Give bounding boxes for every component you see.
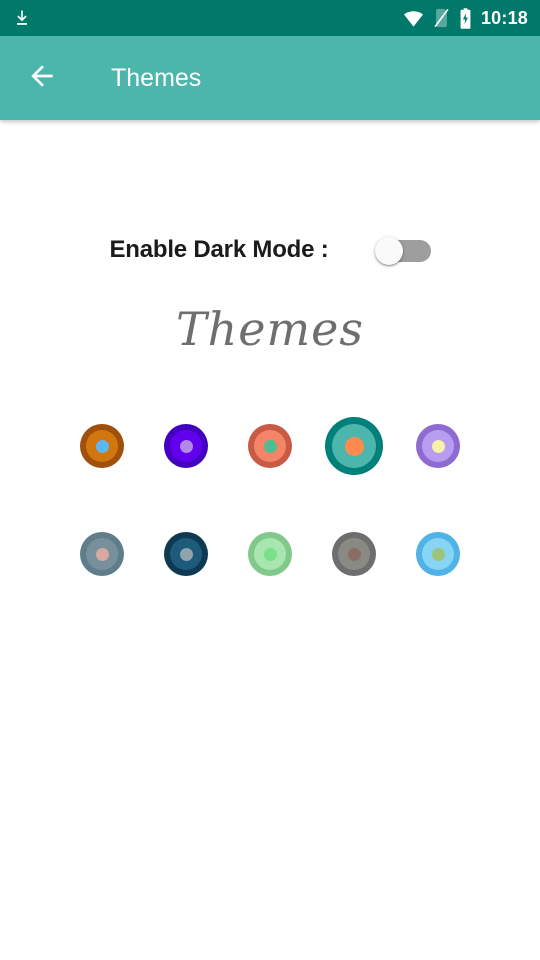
theme-grid: [0, 392, 540, 608]
swatch-dot: [431, 547, 445, 561]
theme-swatch-blue-grey-ring[interactable]: [80, 532, 124, 576]
battery-charging-icon: [459, 7, 472, 29]
theme-swatch-blue-grey[interactable]: [60, 500, 144, 608]
themes-heading: Themes: [176, 302, 364, 356]
swatch-dot: [95, 439, 109, 453]
swatch-dot: [344, 436, 364, 456]
theme-swatch-violet[interactable]: [144, 392, 228, 500]
back-button[interactable]: [14, 50, 70, 106]
swatch-dot: [179, 439, 193, 453]
theme-swatch-grey[interactable]: [312, 500, 396, 608]
theme-swatch-violet-ring[interactable]: [164, 424, 208, 468]
theme-swatch-light-green-ring[interactable]: [248, 532, 292, 576]
status-bar-clock: 10:18: [480, 7, 528, 28]
theme-swatch-sky-blue-ring[interactable]: [416, 532, 460, 576]
swatch-dot: [179, 547, 193, 561]
swatch-dot: [347, 547, 361, 561]
arrow-back-icon: [26, 60, 58, 97]
theme-swatch-sky-blue[interactable]: [396, 500, 480, 608]
switch-thumb: [374, 237, 403, 265]
theme-swatch-orange-brown[interactable]: [60, 392, 144, 500]
theme-row-1: [0, 392, 540, 500]
swatch-dot: [95, 547, 109, 561]
wifi-icon: [403, 10, 424, 27]
dark-mode-label: Enable Dark Mode :: [109, 236, 329, 263]
theme-row-2: [0, 500, 540, 608]
settings-content: Enable Dark Mode : Themes: [0, 120, 540, 960]
theme-swatch-dark-navy-ring[interactable]: [164, 532, 208, 576]
swatch-dot: [263, 547, 277, 561]
status-bar-right-icons: 10:18: [403, 8, 528, 29]
theme-swatch-lavender[interactable]: [396, 392, 480, 500]
status-bar-left-icons: [12, 8, 32, 28]
phone-screen: 10:18 Themes Enable Dark Mode : Themes: [0, 0, 540, 960]
dark-mode-switch[interactable]: [374, 237, 431, 265]
swatch-dot: [431, 439, 445, 453]
no-sim-icon: [433, 8, 450, 28]
theme-swatch-teal-ring[interactable]: [325, 417, 383, 475]
theme-swatch-orange-brown-ring[interactable]: [80, 424, 124, 468]
theme-swatch-lavender-ring[interactable]: [416, 424, 460, 468]
theme-swatch-salmon[interactable]: [228, 392, 312, 500]
status-bar: 10:18: [0, 0, 540, 36]
theme-swatch-grey-ring[interactable]: [332, 532, 376, 576]
app-toolbar: Themes: [0, 36, 540, 120]
theme-swatch-salmon-ring[interactable]: [248, 424, 292, 468]
theme-swatch-light-green[interactable]: [228, 500, 312, 608]
download-icon: [12, 8, 32, 28]
swatch-dot: [263, 439, 277, 453]
theme-swatch-teal[interactable]: [312, 392, 396, 500]
dark-mode-row: Enable Dark Mode :: [0, 236, 540, 265]
theme-swatch-dark-navy[interactable]: [144, 500, 228, 608]
page-title: Themes: [111, 63, 202, 92]
